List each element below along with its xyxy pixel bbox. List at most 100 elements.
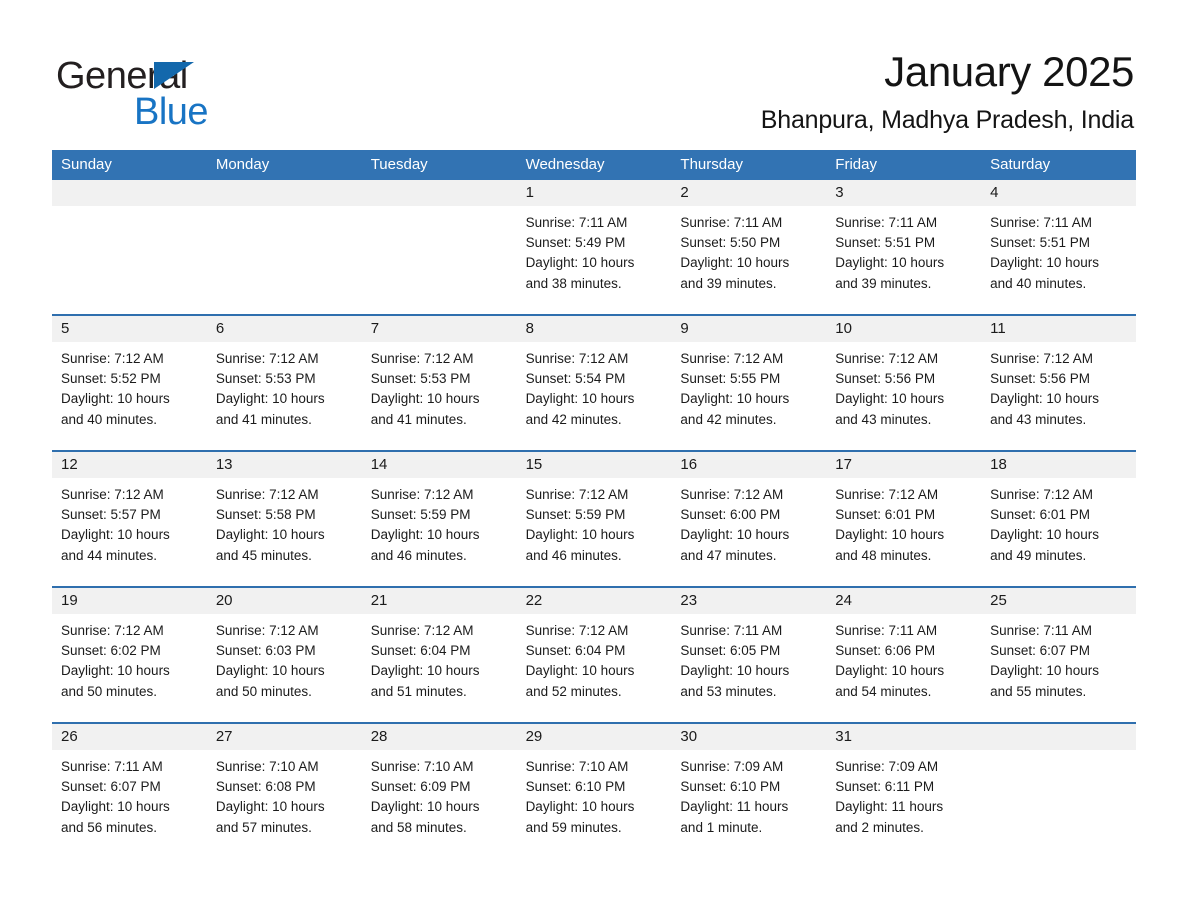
day-number[interactable]: 4 <box>981 180 1136 206</box>
day-cell[interactable]: Sunrise: 7:12 AM Sunset: 5:58 PM Daylight:… <box>207 478 362 586</box>
day-cell[interactable]: Sunrise: 7:11 AM Sunset: 6:07 PM Daylight:… <box>52 750 207 858</box>
day-cell[interactable]: Sunrise: 7:11 AM Sunset: 6:07 PM Daylight:… <box>981 614 1136 722</box>
day-number[interactable]: 29 <box>517 724 672 750</box>
day-detail-line: Sunset: 5:53 PM <box>215 371 316 387</box>
day-detail-line: and 52 minutes. <box>525 683 622 699</box>
day-number[interactable]: 30 <box>671 724 826 750</box>
day-detail-line: Sunrise: 7:10 AM <box>370 759 474 774</box>
day-detail-line: Daylight: 10 hours <box>835 255 945 271</box>
day-number[interactable]: 28 <box>362 724 517 750</box>
week-day-detail-band: Sunrise: 7:12 AM Sunset: 6:02 PM Daylight:… <box>52 614 1136 722</box>
day-detail-line: Daylight: 10 hours <box>61 527 170 543</box>
day-number[interactable]: 16 <box>671 452 826 478</box>
day-number[interactable]: 24 <box>826 588 981 614</box>
day-detail-line: Sunset: 6:03 PM <box>215 643 316 659</box>
day-number[interactable]: 14 <box>362 452 517 478</box>
day-cell[interactable]: Sunrise: 7:12 AM Sunset: 5:56 PM Daylight:… <box>981 342 1136 450</box>
day-cell[interactable]: Sunrise: 7:12 AM Sunset: 5:57 PM Daylight:… <box>52 478 207 586</box>
day-cell[interactable]: Sunrise: 7:11 AM Sunset: 5:49 PM Daylight:… <box>517 206 672 314</box>
day-cell[interactable]: Sunrise: 7:10 AM Sunset: 6:08 PM Daylight:… <box>207 750 362 858</box>
day-cell[interactable]: Sunrise: 7:11 AM Sunset: 5:51 PM Daylight:… <box>981 206 1136 314</box>
day-cell[interactable]: Sunrise: 7:11 AM Sunset: 5:51 PM Daylight:… <box>826 206 981 314</box>
day-number-empty <box>207 180 362 206</box>
day-cell[interactable]: Sunrise: 7:09 AM Sunset: 6:10 PM Daylight:… <box>671 750 826 858</box>
day-cell-empty <box>52 206 207 314</box>
day-detail-line: and 44 minutes. <box>61 547 158 563</box>
day-number[interactable]: 11 <box>981 316 1136 342</box>
day-number[interactable]: 15 <box>517 452 672 478</box>
day-number[interactable]: 21 <box>362 588 517 614</box>
day-number[interactable]: 20 <box>207 588 362 614</box>
day-cell[interactable]: Sunrise: 7:09 AM Sunset: 6:11 PM Daylight:… <box>826 750 981 858</box>
day-cell[interactable]: Sunrise: 7:11 AM Sunset: 5:50 PM Daylight:… <box>671 206 826 314</box>
day-detail-line: and 55 minutes. <box>990 683 1087 699</box>
day-number[interactable]: 7 <box>362 316 517 342</box>
day-cell[interactable]: Sunrise: 7:12 AM Sunset: 5:53 PM Daylight:… <box>362 342 517 450</box>
day-detail-line: and 1 minute. <box>680 819 763 835</box>
day-cell[interactable]: Sunrise: 7:10 AM Sunset: 6:09 PM Daylight:… <box>362 750 517 858</box>
day-detail-line: Sunset: 6:07 PM <box>61 779 161 795</box>
day-number[interactable]: 19 <box>52 588 207 614</box>
day-detail-line: Sunset: 6:10 PM <box>680 779 781 795</box>
day-detail-line: Daylight: 10 hours <box>835 391 945 407</box>
day-cell[interactable]: Sunrise: 7:12 AM Sunset: 5:59 PM Daylight:… <box>362 478 517 586</box>
day-number[interactable]: 27 <box>207 724 362 750</box>
day-detail-line: Daylight: 10 hours <box>680 391 790 407</box>
day-detail-line: Sunset: 6:04 PM <box>525 643 626 659</box>
day-detail-line: and 41 minutes. <box>370 411 467 427</box>
day-cell[interactable]: Sunrise: 7:12 AM Sunset: 6:01 PM Daylight:… <box>826 478 981 586</box>
day-detail-line: Sunrise: 7:09 AM <box>835 759 939 774</box>
day-cell[interactable]: Sunrise: 7:12 AM Sunset: 5:52 PM Daylight:… <box>52 342 207 450</box>
day-cell[interactable]: Sunrise: 7:12 AM Sunset: 6:01 PM Daylight:… <box>981 478 1136 586</box>
page-subtitle: Bhanpura, Madhya Pradesh, India <box>760 106 1134 134</box>
day-cell[interactable]: Sunrise: 7:12 AM Sunset: 5:54 PM Daylight:… <box>517 342 672 450</box>
day-number[interactable]: 26 <box>52 724 207 750</box>
day-detail-line: Sunrise: 7:09 AM <box>680 759 784 774</box>
day-cell[interactable]: Sunrise: 7:11 AM Sunset: 6:06 PM Daylight:… <box>826 614 981 722</box>
day-number[interactable]: 1 <box>517 180 672 206</box>
day-detail-line: and 39 minutes. <box>680 275 777 291</box>
day-cell[interactable]: Sunrise: 7:12 AM Sunset: 5:59 PM Daylight:… <box>517 478 672 586</box>
day-number[interactable]: 22 <box>517 588 672 614</box>
day-detail-line: Sunrise: 7:12 AM <box>990 487 1093 502</box>
day-detail-line: Sunset: 5:52 PM <box>61 371 161 387</box>
day-number[interactable]: 23 <box>671 588 826 614</box>
day-number[interactable]: 31 <box>826 724 981 750</box>
day-number[interactable]: 18 <box>981 452 1136 478</box>
day-number[interactable]: 6 <box>207 316 362 342</box>
day-cell[interactable]: Sunrise: 7:12 AM Sunset: 6:04 PM Daylight:… <box>362 614 517 722</box>
day-number[interactable]: 10 <box>826 316 981 342</box>
day-cell[interactable]: Sunrise: 7:12 AM Sunset: 5:55 PM Daylight:… <box>671 342 826 450</box>
day-cell[interactable]: Sunrise: 7:12 AM Sunset: 5:56 PM Daylight:… <box>826 342 981 450</box>
day-detail-line: Daylight: 10 hours <box>215 391 325 407</box>
day-detail-line: Daylight: 10 hours <box>61 799 170 815</box>
day-number[interactable]: 3 <box>826 180 981 206</box>
day-detail-line: Sunrise: 7:11 AM <box>990 623 1092 638</box>
day-number[interactable]: 17 <box>826 452 981 478</box>
day-cell[interactable]: Sunrise: 7:12 AM Sunset: 6:00 PM Daylight:… <box>671 478 826 586</box>
day-detail-line: Daylight: 10 hours <box>215 799 325 815</box>
day-detail-line: Daylight: 10 hours <box>215 527 325 543</box>
day-number[interactable]: 12 <box>52 452 207 478</box>
day-detail-line: Sunrise: 7:12 AM <box>61 487 164 502</box>
day-number-empty <box>52 180 207 206</box>
day-number[interactable]: 25 <box>981 588 1136 614</box>
day-cell[interactable]: Sunrise: 7:12 AM Sunset: 5:53 PM Daylight:… <box>207 342 362 450</box>
day-number[interactable]: 13 <box>207 452 362 478</box>
day-detail-line: Sunrise: 7:12 AM <box>525 623 629 638</box>
day-detail-line: and 47 minutes. <box>680 547 777 563</box>
day-number[interactable]: 9 <box>671 316 826 342</box>
day-detail-line: Sunset: 6:10 PM <box>525 779 626 795</box>
day-cell[interactable]: Sunrise: 7:12 AM Sunset: 6:04 PM Daylight:… <box>517 614 672 722</box>
day-detail-line: and 57 minutes. <box>215 819 312 835</box>
day-cell[interactable]: Sunrise: 7:12 AM Sunset: 6:03 PM Daylight:… <box>207 614 362 722</box>
day-number[interactable]: 2 <box>671 180 826 206</box>
day-cell[interactable]: Sunrise: 7:11 AM Sunset: 6:05 PM Daylight:… <box>671 614 826 722</box>
day-detail-line: Sunrise: 7:12 AM <box>370 351 474 366</box>
day-detail-line: and 46 minutes. <box>370 547 467 563</box>
day-number[interactable]: 5 <box>52 316 207 342</box>
day-detail-line: Sunrise: 7:12 AM <box>215 623 319 638</box>
day-cell[interactable]: Sunrise: 7:10 AM Sunset: 6:10 PM Daylight:… <box>517 750 672 858</box>
day-cell[interactable]: Sunrise: 7:12 AM Sunset: 6:02 PM Daylight:… <box>52 614 207 722</box>
day-number[interactable]: 8 <box>517 316 672 342</box>
